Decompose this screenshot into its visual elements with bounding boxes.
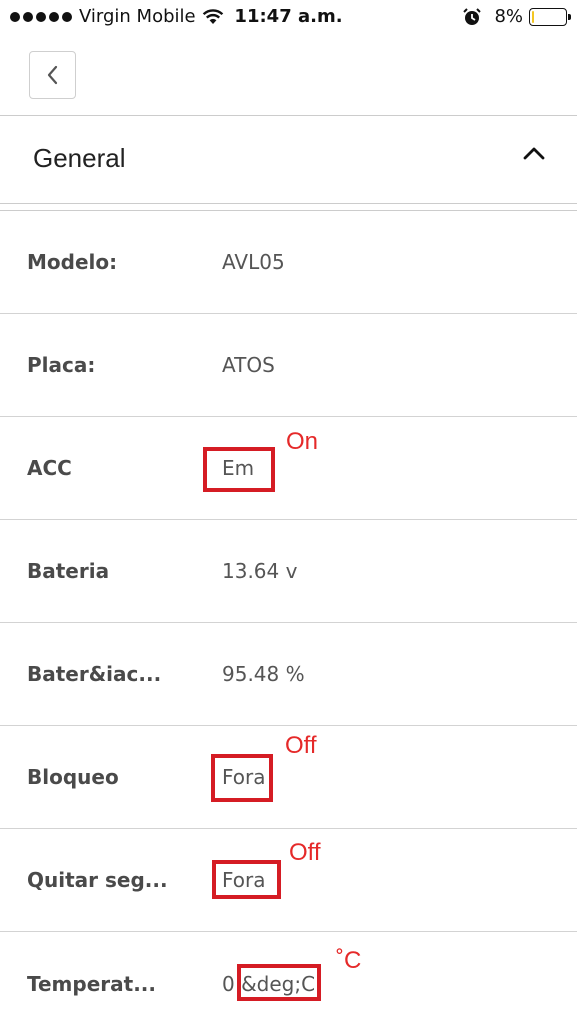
- row-label: Bateria: [27, 559, 110, 583]
- annotation-note: On: [286, 428, 319, 455]
- row-label: Quitar seg...: [27, 868, 168, 892]
- battery-level: [532, 10, 534, 23]
- row-value: 95.48 %: [222, 662, 305, 686]
- divider: [0, 115, 577, 116]
- chevron-up-icon[interactable]: [521, 144, 547, 162]
- chevron-left-icon: [47, 65, 57, 85]
- section-header-general[interactable]: General: [0, 117, 577, 203]
- row-label: ACC: [27, 456, 72, 480]
- annotation-note: Off: [285, 732, 317, 759]
- annotation-note: ˚C: [336, 947, 362, 974]
- divider: [0, 203, 577, 204]
- highlight-box: [212, 860, 281, 899]
- detail-row-modelo: Modelo: AVL05: [0, 211, 577, 314]
- status-right: 8%: [462, 6, 571, 27]
- highlight-box: [237, 964, 321, 1001]
- battery-percent: 8%: [494, 6, 523, 27]
- back-button[interactable]: [29, 51, 76, 99]
- row-value: AVL05: [222, 250, 285, 274]
- section-title: General: [33, 143, 126, 173]
- highlight-box: [211, 754, 273, 802]
- row-value: 13.64 v: [222, 559, 298, 583]
- row-label: Bater&iac...: [27, 662, 162, 686]
- row-label: Bloqueo: [27, 765, 119, 789]
- detail-row-bateria: Bateria 13.64 v: [0, 520, 577, 623]
- battery-icon: [529, 7, 571, 26]
- status-bar: Virgin Mobile 11:47 a.m. 8%: [0, 0, 577, 38]
- row-label: Placa:: [27, 353, 96, 377]
- row-value: ATOS: [222, 353, 275, 377]
- detail-row-bateria-percent: Bater&iac... 95.48 %: [0, 623, 577, 726]
- highlight-box: [203, 447, 275, 492]
- annotation-note: Off: [289, 839, 321, 866]
- row-label: Temperat...: [27, 971, 156, 996]
- alarm-icon: [463, 7, 482, 25]
- row-label: Modelo:: [27, 250, 118, 274]
- detail-row-placa: Placa: ATOS: [0, 314, 577, 417]
